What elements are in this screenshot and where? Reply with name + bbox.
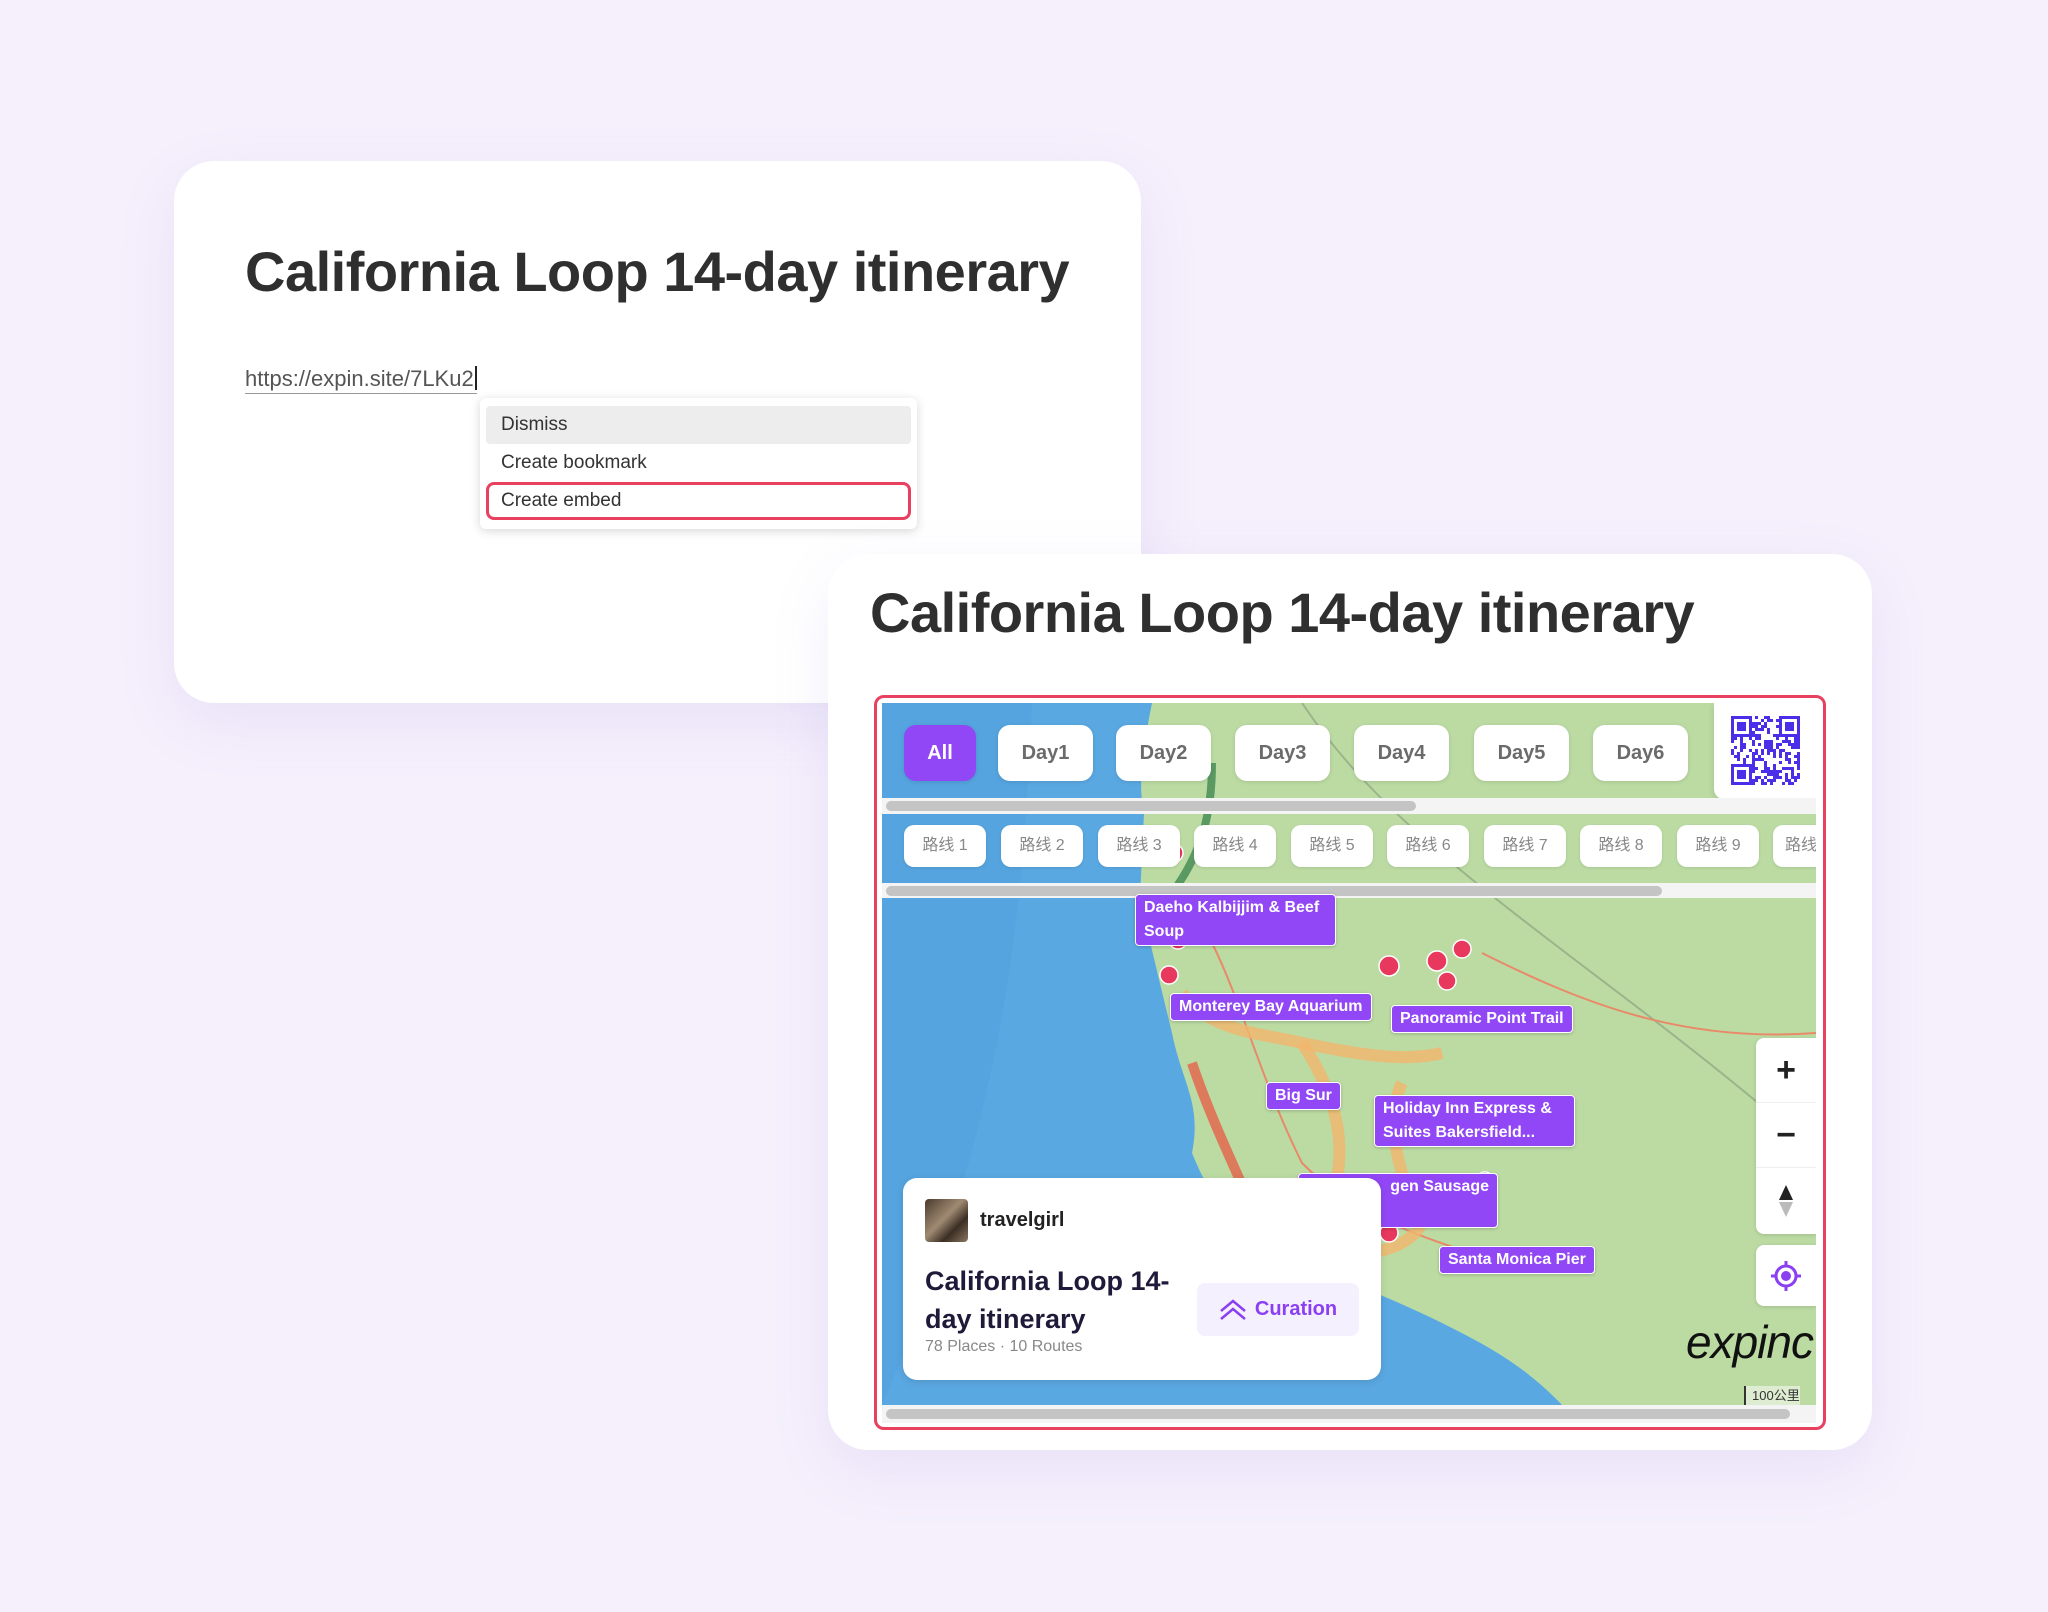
menu-item-create-embed[interactable]: Create embed [486, 482, 911, 520]
zoom-out-button[interactable]: − [1756, 1103, 1816, 1168]
itinerary-title: California Loop 14-day itinerary [925, 1266, 1170, 1334]
route-tabs-scrollbar[interactable] [882, 883, 1816, 898]
page-title: California Loop 14-day itinerary [245, 240, 1070, 303]
day-tabs: All Day1 Day2 Day3 Day4 Day5 Day6 [882, 703, 1816, 799]
locate-icon [1771, 1260, 1801, 1291]
qr-code-icon[interactable] [1714, 703, 1816, 799]
route-tab[interactable]: 路线 6 [1387, 825, 1469, 867]
map-label[interactable]: Santa Monica Pier [1439, 1246, 1595, 1274]
map-label[interactable]: Holiday Inn Express & Suites Bakersfield… [1374, 1095, 1575, 1147]
route-tab[interactable]: 路线 8 [1580, 825, 1662, 867]
itinerary-info-card[interactable]: travelgirl California Loop 14-day itiner… [903, 1178, 1381, 1380]
route-tab[interactable]: 路线 2 [1001, 825, 1083, 867]
map-scale: 100公里 [1744, 1386, 1800, 1405]
day-tab-3[interactable]: Day3 [1235, 725, 1330, 781]
route-tab[interactable]: 路线 4 [1194, 825, 1276, 867]
day-tab-4[interactable]: Day4 [1354, 725, 1449, 781]
map-label[interactable]: Daeho Kalbijjim & Beef Soup [1135, 894, 1336, 946]
horizontal-scrollbar[interactable] [882, 1405, 1816, 1423]
map[interactable]: All Day1 Day2 Day3 Day4 Day5 Day6 路线 1 路… [882, 703, 1816, 1405]
embed-card: California Loop 14-day itinerary All Day… [828, 554, 1872, 1450]
zoom-controls: + − [1756, 1038, 1816, 1234]
curation-label: Curation [1254, 1298, 1338, 1320]
embed-frame: All Day1 Day2 Day3 Day4 Day5 Day6 路线 1 路… [874, 695, 1826, 1430]
route-tab[interactable]: 路线 3 [1098, 825, 1180, 867]
double-chevron-up-icon [1220, 1298, 1246, 1320]
compass-icon [1779, 1184, 1793, 1217]
menu-item-create-bookmark[interactable]: Create bookmark [486, 444, 911, 482]
curation-button[interactable]: Curation [1197, 1283, 1359, 1336]
route-tab[interactable]: 路线 10 [1773, 825, 1816, 867]
route-tab[interactable]: 路线 7 [1484, 825, 1566, 867]
username[interactable]: travelgirl [980, 1209, 1064, 1232]
compass-button[interactable] [1756, 1168, 1816, 1233]
map-label[interactable]: Monterey Bay Aquarium [1170, 993, 1372, 1021]
zoom-in-button[interactable]: + [1756, 1038, 1816, 1103]
day-tab-5[interactable]: Day5 [1474, 725, 1569, 781]
avatar [925, 1199, 968, 1242]
day-tab-6[interactable]: Day6 [1593, 725, 1688, 781]
expinc-logo: expinc [1686, 1316, 1814, 1368]
locate-button[interactable] [1756, 1245, 1816, 1306]
embed-title: California Loop 14-day itinerary [870, 581, 1695, 644]
pasted-url[interactable]: https://expin.site/7LKu2 [245, 366, 477, 394]
route-tab[interactable]: 路线 9 [1677, 825, 1759, 867]
menu-item-dismiss[interactable]: Dismiss [486, 406, 911, 444]
day-tab-2[interactable]: Day2 [1116, 725, 1211, 781]
day-tabs-scrollbar[interactable] [882, 798, 1816, 814]
itinerary-stats: 78 Places · 10 Routes [925, 1338, 1083, 1355]
day-tab-all[interactable]: All [904, 725, 976, 781]
map-label[interactable]: Panoramic Point Trail [1391, 1005, 1573, 1033]
paste-menu: Dismiss Create bookmark Create embed [480, 398, 917, 529]
route-tab[interactable]: 路线 5 [1291, 825, 1373, 867]
day-tab-1[interactable]: Day1 [998, 725, 1093, 781]
map-label[interactable]: Big Sur [1266, 1082, 1341, 1110]
route-tab[interactable]: 路线 1 [904, 825, 986, 867]
